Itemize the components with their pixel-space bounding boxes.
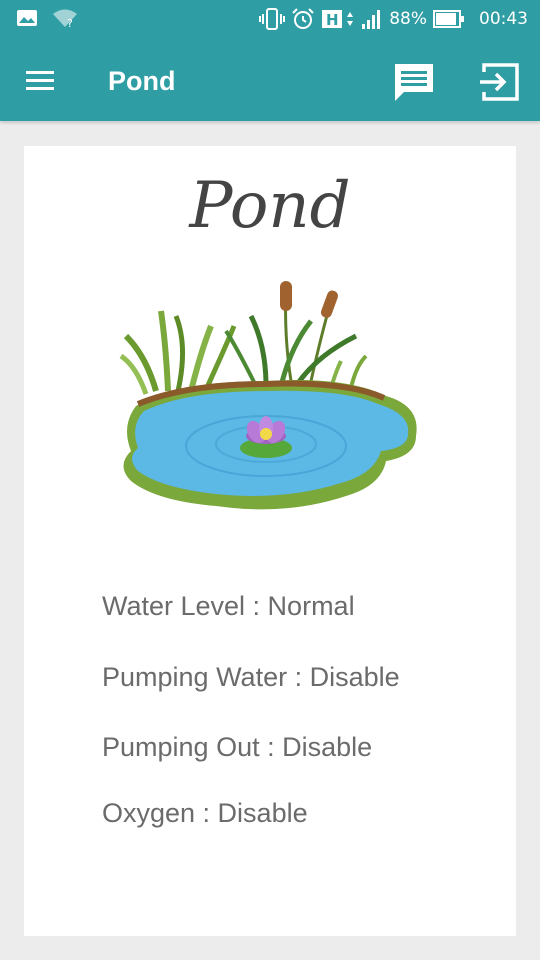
- battery-percent: 88%: [389, 9, 427, 29]
- network-type-icon: H: [322, 10, 354, 29]
- menu-button[interactable]: [24, 64, 58, 98]
- chat-icon: [395, 64, 433, 101]
- exit-button[interactable]: [476, 58, 524, 106]
- chat-button[interactable]: [390, 58, 438, 106]
- image-icon: [17, 10, 37, 26]
- pond-illustration: [119, 281, 417, 510]
- status-left: ?: [16, 8, 78, 28]
- oxygen-status: Oxygen : Disable: [102, 798, 308, 828]
- status-bar: ? H 88% 00:43: [0, 0, 540, 40]
- app-bar: Pond: [0, 40, 540, 121]
- exit-icon: [480, 63, 519, 101]
- reeds: [119, 281, 368, 396]
- svg-text:H: H: [326, 11, 339, 29]
- menu-icon: [26, 71, 54, 90]
- signal-icon: [362, 10, 381, 29]
- water-level-status: Water Level : Normal: [102, 591, 355, 621]
- card-title: Pond: [189, 169, 351, 243]
- wifi-unknown-icon: ?: [53, 9, 77, 28]
- pumping-out-status: Pumping Out : Disable: [102, 732, 373, 762]
- app-title: Pond: [108, 66, 176, 96]
- svg-text:?: ?: [67, 17, 73, 28]
- alarm-icon: [292, 8, 314, 29]
- pumping-water-status: Pumping Water : Disable: [102, 662, 400, 692]
- clock: 00:43: [479, 9, 528, 29]
- battery-icon: [433, 10, 464, 28]
- status-right: H 88% 00:43: [259, 6, 528, 32]
- pond-card: Pond Water Level: Normal Pumping Water …: [24, 146, 516, 936]
- vibrate-icon: [259, 8, 286, 30]
